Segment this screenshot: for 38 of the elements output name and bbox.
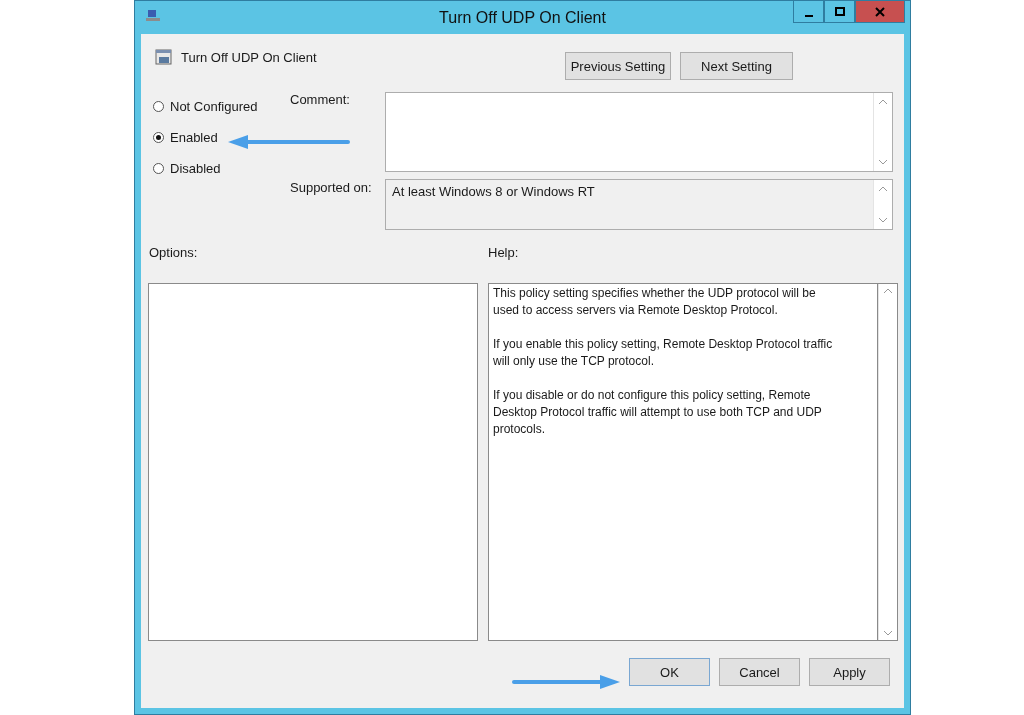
supported-on-field: At least Windows 8 or Windows RT xyxy=(385,179,893,230)
computer-icon xyxy=(145,9,161,23)
close-button[interactable] xyxy=(855,1,905,23)
window-title: Turn Off UDP On Client xyxy=(439,9,606,27)
help-paragraph: If you enable this policy setting, Remote Desktop Protocol traffic will only use the TCP protocol. xyxy=(493,336,834,370)
close-icon xyxy=(875,6,885,17)
minimize-button[interactable] xyxy=(793,1,824,23)
radio-button[interactable] xyxy=(153,162,164,174)
scroll-down-icon[interactable] xyxy=(878,217,888,223)
radio-button[interactable] xyxy=(153,100,164,112)
comment-label: Comment: xyxy=(290,92,351,109)
dialog-button[interactable]: Cancel xyxy=(719,658,800,686)
nav-button[interactable]: Next Setting xyxy=(680,52,793,80)
scroll-down-icon[interactable] xyxy=(883,630,893,636)
arrow-icon xyxy=(512,675,620,689)
dialog-button[interactable]: Apply xyxy=(809,658,890,686)
nav-button[interactable]: Previous Setting xyxy=(565,52,671,80)
help-paragraph: If you disable or do not configure this policy setting, Remote Desktop Protocol traffic will attempt to use both TCP and UDP protocols. xyxy=(493,387,823,438)
scroll-up-icon[interactable] xyxy=(883,288,893,294)
scroll-down-icon[interactable] xyxy=(878,159,888,165)
minimize-icon xyxy=(804,14,813,17)
policy-title: Turn Off UDP On Client xyxy=(181,49,317,65)
supported-on-label: Supported on: xyxy=(290,180,373,197)
dialog-button[interactable]: OK xyxy=(629,658,710,686)
maximize-icon xyxy=(834,6,845,17)
options-label: Options: xyxy=(148,245,199,262)
radio-option[interactable]: Enabled xyxy=(153,127,290,147)
radio-option[interactable]: Disabled xyxy=(153,158,290,178)
policy-icon xyxy=(155,48,173,66)
comment-field[interactable] xyxy=(385,92,893,172)
help-label: Help: xyxy=(488,245,519,262)
arrow-icon xyxy=(228,135,350,149)
scroll-up-icon[interactable] xyxy=(878,186,888,192)
scroll-up-icon[interactable] xyxy=(878,99,888,105)
radio-button[interactable] xyxy=(153,131,164,143)
radio-option[interactable]: Not Configured xyxy=(153,96,290,116)
maximize-button[interactable] xyxy=(824,1,855,23)
help-paragraph: This policy setting specifies whether the UDP protocol will be used to access servers via Remote Desktop Protocol. xyxy=(493,285,817,319)
